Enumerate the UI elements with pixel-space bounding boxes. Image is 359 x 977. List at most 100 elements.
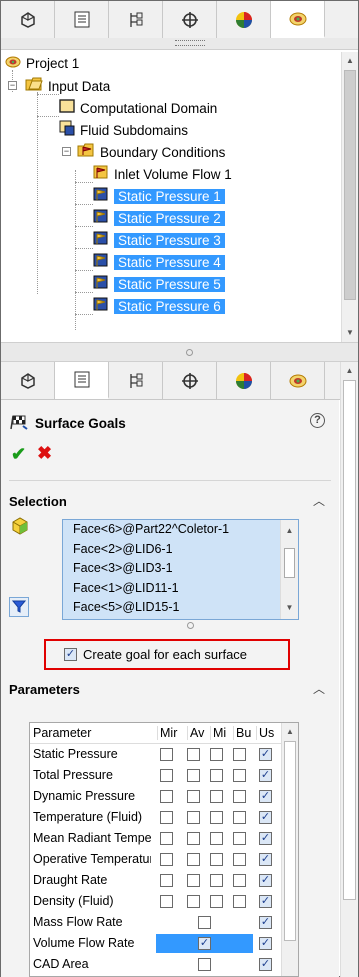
tree-node-static-pressure-6[interactable]: Static Pressure 6 — [93, 296, 225, 318]
param-checkbox[interactable]: ✓ — [259, 937, 272, 950]
collapse-caret-icon[interactable]: ︿ — [313, 492, 325, 509]
param-checkbox[interactable]: ✓ — [259, 832, 272, 845]
splitter-grip[interactable] — [175, 40, 205, 46]
selection-group-header[interactable]: Selection — [9, 494, 67, 509]
param-checkbox[interactable] — [187, 832, 200, 845]
list-item[interactable]: Face<6>@Part22^Coletor-1 — [63, 520, 298, 540]
collapse-caret-icon[interactable]: ︿ — [313, 680, 325, 697]
param-checkbox[interactable] — [210, 769, 223, 782]
tree-node-static-pressure-2[interactable]: Static Pressure 2 — [93, 208, 225, 230]
tab-flow-simulation[interactable] — [271, 1, 325, 38]
param-checkbox[interactable] — [210, 895, 223, 908]
param-checkbox[interactable] — [233, 790, 246, 803]
param-checkbox[interactable] — [210, 811, 223, 824]
tree-node-boundary-conditions[interactable]: Boundary Conditions — [77, 142, 225, 164]
tree-node-fluid-subdomains[interactable]: Fluid Subdomains — [59, 120, 188, 142]
tab-configuration-manager[interactable] — [109, 362, 163, 399]
collapse-icon[interactable]: − — [8, 81, 17, 90]
scroll-down-arrow-icon[interactable]: ▼ — [342, 326, 358, 340]
table-row[interactable]: Draught Rate ✓ — [30, 870, 282, 891]
list-item[interactable]: Face<5>@LID15-1 — [63, 598, 298, 618]
tree-node-static-pressure-1[interactable]: Static Pressure 1 — [93, 186, 225, 208]
scrollbar-thumb[interactable] — [343, 380, 356, 900]
param-checkbox[interactable] — [187, 748, 200, 761]
table-row[interactable]: Operative Temperature ✓ — [30, 849, 282, 870]
param-checkbox[interactable] — [198, 958, 211, 971]
param-checkbox[interactable] — [187, 769, 200, 782]
face-selection-list[interactable]: Face<6>@Part22^Coletor-1 Face<2>@LID6-1 … — [62, 519, 299, 620]
tab-dimxpert[interactable] — [163, 1, 217, 38]
param-checkbox[interactable] — [233, 853, 246, 866]
tab-feature-manager[interactable] — [1, 362, 55, 399]
param-checkbox[interactable] — [198, 916, 211, 929]
table-row[interactable]: Static Pressure ✓ — [30, 744, 282, 765]
column-header[interactable]: Parameter — [33, 726, 91, 740]
parameters-group-header[interactable]: Parameters — [9, 682, 80, 697]
param-checkbox[interactable] — [187, 853, 200, 866]
tree-node-inlet-volume-flow[interactable]: Inlet Volume Flow 1 — [93, 164, 232, 186]
param-checkbox[interactable] — [187, 895, 200, 908]
param-checkbox[interactable] — [233, 769, 246, 782]
cancel-button[interactable]: ✖ — [37, 443, 52, 464]
scroll-up-arrow-icon[interactable]: ▲ — [341, 364, 358, 378]
param-checkbox[interactable] — [210, 832, 223, 845]
tab-display-manager[interactable] — [217, 1, 271, 38]
param-checkbox[interactable]: ✓ — [259, 874, 272, 887]
list-item[interactable]: Face<3>@LID3-1 — [63, 559, 298, 579]
param-checkbox[interactable] — [160, 895, 173, 908]
scroll-up-arrow-icon[interactable]: ▲ — [342, 54, 358, 68]
tree-splitter[interactable] — [1, 38, 358, 50]
tree-scrollbar-thumb[interactable] — [344, 70, 356, 300]
tree-node-computational-domain[interactable]: Computational Domain — [59, 98, 217, 120]
param-checkbox[interactable] — [233, 895, 246, 908]
column-header[interactable]: Mi — [210, 726, 226, 740]
param-checkbox[interactable] — [160, 748, 173, 761]
param-checkbox[interactable] — [160, 874, 173, 887]
column-header[interactable]: Av — [187, 726, 204, 740]
table-row[interactable]: Dynamic Pressure ✓ — [30, 786, 282, 807]
param-checkbox[interactable] — [233, 874, 246, 887]
tree-node-static-pressure-5[interactable]: Static Pressure 5 — [93, 274, 225, 296]
tree-node-input-data[interactable]: Input Data — [25, 76, 110, 98]
help-icon[interactable]: ? — [310, 413, 325, 428]
param-checkbox[interactable] — [160, 769, 173, 782]
tab-feature-manager[interactable] — [1, 1, 55, 38]
param-checkbox[interactable] — [210, 874, 223, 887]
scroll-up-arrow-icon[interactable]: ▲ — [282, 725, 298, 739]
table-row[interactable]: Density (Fluid) ✓ — [30, 891, 282, 912]
param-checkbox[interactable]: ✓ — [259, 748, 272, 761]
param-checkbox[interactable] — [210, 790, 223, 803]
param-checkbox[interactable] — [160, 853, 173, 866]
column-header[interactable]: Mir — [157, 726, 177, 740]
table-row[interactable]: Mean Radiant Temperature ✓ — [30, 828, 282, 849]
list-item[interactable]: Face<2>@LID6-1 — [63, 540, 298, 560]
param-checkbox[interactable] — [210, 748, 223, 761]
ok-button[interactable]: ✔ — [11, 444, 26, 465]
param-checkbox[interactable]: ✓ — [259, 916, 272, 929]
param-checkbox[interactable]: ✓ — [259, 769, 272, 782]
scrollbar-thumb[interactable] — [284, 548, 295, 578]
param-checkbox[interactable]: ✓ — [259, 853, 272, 866]
column-header[interactable]: Bu — [233, 726, 251, 740]
param-checkbox[interactable] — [210, 853, 223, 866]
param-checkbox[interactable]: ✓ — [259, 958, 272, 971]
parameters-table-scrollbar[interactable]: ▲ — [281, 723, 298, 976]
table-row[interactable]: Volume Flow Rate ✓ ✓ — [30, 933, 282, 954]
table-row[interactable]: Mass Flow Rate ✓ — [30, 912, 282, 933]
table-row[interactable]: CAD Area ✓ — [30, 954, 282, 975]
selection-list-scrollbar[interactable]: ▲ ▼ — [280, 520, 298, 619]
table-row[interactable]: Temperature (Fluid) ✓ — [30, 807, 282, 828]
list-resize-handle[interactable] — [187, 622, 194, 629]
param-checkbox[interactable] — [160, 832, 173, 845]
tree-node-static-pressure-3[interactable]: Static Pressure 3 — [93, 230, 225, 252]
scroll-up-arrow-icon[interactable]: ▲ — [281, 524, 298, 538]
create-goal-checkbox[interactable]: ✓ — [64, 648, 77, 661]
param-checkbox[interactable] — [160, 811, 173, 824]
param-checkbox[interactable] — [187, 811, 200, 824]
splitter-handle[interactable] — [186, 349, 193, 356]
scroll-down-arrow-icon[interactable]: ▼ — [281, 601, 298, 615]
param-checkbox[interactable] — [187, 790, 200, 803]
param-checkbox[interactable]: ✓ — [259, 895, 272, 908]
param-checkbox[interactable]: ✓ — [259, 811, 272, 824]
tree-scrollbar[interactable]: ▲ ▼ — [341, 52, 358, 342]
